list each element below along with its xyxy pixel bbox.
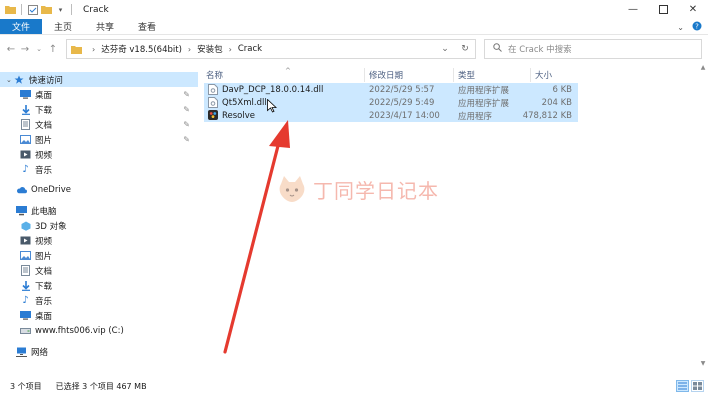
nav-this-pc[interactable]: 此电脑	[0, 203, 198, 218]
customize-quick-access-icon[interactable]: ▾	[55, 4, 66, 15]
vertical-scrollbar[interactable]: ▲ ▼	[698, 62, 708, 372]
nav-quick-music[interactable]: ♪ 音乐	[0, 162, 198, 177]
up-button[interactable]: ↑	[46, 39, 60, 59]
column-header-size[interactable]: 大小	[535, 68, 552, 82]
properties-check-icon[interactable]	[27, 4, 38, 15]
back-button[interactable]: ←	[4, 39, 18, 59]
watermark: 丁同学日记本	[277, 174, 439, 204]
document-icon	[20, 265, 31, 276]
minimize-button[interactable]: —	[618, 0, 648, 19]
nav-quick-desktop[interactable]: 桌面 ✎	[0, 87, 198, 102]
details-view-button[interactable]	[676, 380, 689, 392]
address-row: ← → ⌄ ↑ › 达芬奇 v18.5(64bit) › 安装包 › Crack…	[0, 36, 708, 62]
nav-pc-3d-objects[interactable]: 3D 对象	[0, 218, 198, 233]
watermark-text: 丁同学日记本	[313, 178, 439, 203]
pin-icon[interactable]: ✎	[183, 105, 190, 114]
nav-pc-drive-c[interactable]: www.fhts006.vip (C:)	[0, 323, 198, 338]
help-icon[interactable]: ?	[692, 21, 702, 34]
nav-quick-documents[interactable]: 文档 ✎	[0, 117, 198, 132]
table-row[interactable]: DavP_DCP_18.0.0.14.dll 2022/5/29 5:57 应用…	[204, 83, 578, 96]
desktop-icon	[20, 310, 31, 321]
pin-icon[interactable]: ✎	[183, 90, 190, 99]
expand-ribbon-icon[interactable]: ⌄	[677, 23, 684, 32]
cat-logo-icon	[279, 176, 305, 202]
cloud-icon	[16, 184, 27, 195]
sort-up-icon: ^	[285, 67, 291, 75]
pictures-icon	[20, 134, 31, 145]
breadcrumb-crack[interactable]: Crack	[238, 44, 262, 54]
folder-icon	[71, 44, 82, 55]
refresh-icon[interactable]: ↻	[455, 40, 475, 58]
recent-locations-button[interactable]: ⌄	[32, 39, 46, 59]
search-placeholder: 在 Crack 中搜索	[508, 45, 572, 55]
pin-icon[interactable]: ✎	[183, 120, 190, 129]
star-icon	[14, 74, 25, 85]
new-folder-icon[interactable]	[41, 4, 52, 15]
search-icon	[493, 43, 502, 55]
nav-pc-documents[interactable]: 文档	[0, 263, 198, 278]
mouse-cursor-icon	[267, 99, 277, 113]
large-icons-view-button[interactable]	[691, 380, 704, 392]
3d-objects-icon	[20, 220, 31, 231]
download-icon	[20, 104, 31, 115]
title-bar: ▾ Crack — ✕	[0, 0, 708, 19]
table-row[interactable]: Resolve 2023/4/17 14:00 应用程序 478,812 KB	[204, 109, 578, 122]
dll-file-icon	[208, 97, 218, 108]
item-count: 3 个项目	[10, 382, 42, 391]
pin-icon[interactable]: ✎	[183, 135, 190, 144]
network-icon	[16, 346, 27, 357]
nav-pc-videos[interactable]: 视频	[0, 233, 198, 248]
table-row[interactable]: Qt5Xml.dll 2022/5/29 5:49 应用程序扩展 204 KB	[204, 96, 578, 109]
drive-icon	[20, 325, 31, 336]
column-header-type[interactable]: 类型	[458, 68, 475, 82]
search-box[interactable]: 在 Crack 中搜索	[484, 39, 702, 59]
nav-quick-videos[interactable]: 视频	[0, 147, 198, 162]
nav-quick-access[interactable]: ⌄ 快速访问	[0, 72, 198, 87]
dll-file-icon	[208, 84, 218, 95]
ribbon-tabs: 文件 主页 共享 查看 ⌄ ?	[0, 19, 708, 35]
close-button[interactable]: ✕	[678, 0, 708, 19]
details-view-icon	[678, 382, 687, 390]
breadcrumb-installer[interactable]: 安装包	[197, 43, 223, 55]
column-header-date[interactable]: 修改日期	[369, 68, 403, 82]
tab-file[interactable]: 文件	[0, 19, 43, 34]
folder-icon	[5, 4, 16, 15]
nav-pc-downloads[interactable]: 下载	[0, 278, 198, 293]
column-header-name[interactable]: 名称 ^	[206, 67, 291, 82]
address-dropdown-icon[interactable]: ⌄	[435, 40, 455, 58]
download-icon	[20, 280, 31, 291]
address-bar[interactable]: › 达芬奇 v18.5(64bit) › 安装包 › Crack ⌄ ↻	[66, 39, 476, 59]
pictures-icon	[20, 250, 31, 261]
desktop-icon	[20, 89, 31, 100]
large-icons-view-icon	[693, 382, 702, 390]
tab-view[interactable]: 查看	[126, 19, 168, 34]
window-title: Crack	[83, 4, 109, 15]
breadcrumb-davinci[interactable]: 达芬奇 v18.5(64bit)	[101, 43, 182, 55]
nav-quick-downloads[interactable]: 下载 ✎	[0, 102, 198, 117]
document-icon	[20, 119, 31, 130]
computer-icon	[16, 205, 27, 216]
selection-info: 已选择 3 个项目 467 MB	[55, 382, 147, 391]
navigation-pane: ⌄ 快速访问 桌面 ✎ 下载 ✎ 文档 ✎ 图片 ✎ 视频 ♪ 音乐 OneDr…	[0, 68, 199, 372]
nav-onedrive[interactable]: OneDrive	[0, 182, 198, 197]
video-icon	[20, 149, 31, 160]
svg-text:?: ?	[695, 23, 699, 31]
resolve-app-icon	[208, 110, 218, 121]
scroll-down-icon[interactable]: ▼	[699, 360, 707, 370]
forward-button[interactable]: →	[18, 39, 32, 59]
nav-quick-pictures[interactable]: 图片 ✎	[0, 132, 198, 147]
video-icon	[20, 235, 31, 246]
nav-pc-desktop[interactable]: 桌面	[0, 308, 198, 323]
status-bar: 3 个项目 已选择 3 个项目 467 MB	[0, 378, 708, 395]
nav-pc-pictures[interactable]: 图片	[0, 248, 198, 263]
tab-home[interactable]: 主页	[42, 19, 84, 34]
nav-network[interactable]: 网络	[0, 344, 198, 359]
tab-share[interactable]: 共享	[84, 19, 126, 34]
music-icon: ♪	[22, 164, 29, 175]
scroll-up-icon[interactable]: ▲	[699, 64, 707, 74]
nav-pc-music[interactable]: ♪ 音乐	[0, 293, 198, 308]
maximize-button[interactable]	[648, 0, 678, 19]
music-icon: ♪	[22, 295, 29, 306]
